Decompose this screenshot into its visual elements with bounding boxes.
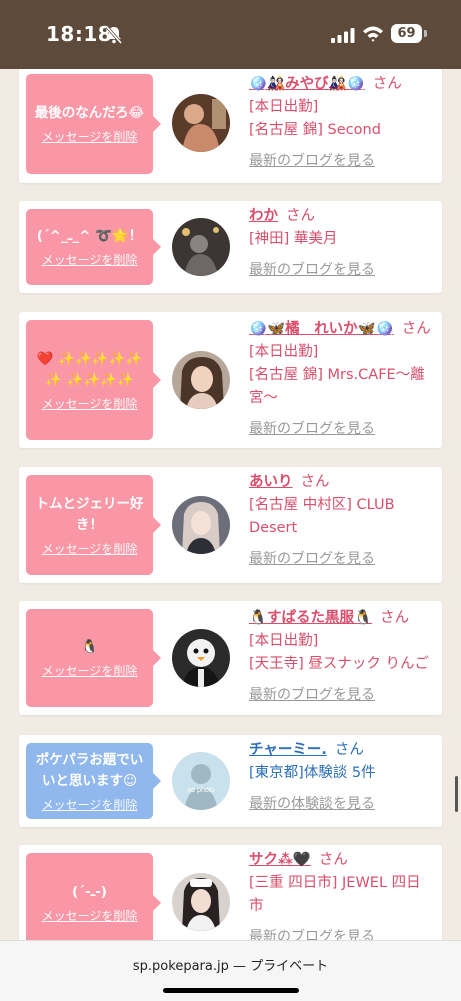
message-bubble: トムとジェリー好き！ メッセージを削除 xyxy=(26,475,161,575)
delete-message-link[interactable]: メッセージを削除 xyxy=(42,251,138,268)
delete-message-link[interactable]: メッセージを削除 xyxy=(42,796,138,813)
battery-cap xyxy=(424,30,427,37)
avatar[interactable] xyxy=(172,873,230,931)
wifi-icon xyxy=(363,26,383,42)
browser-address-bar[interactable]: sp.pokepara.jp — プライベート xyxy=(0,940,461,1001)
avatar[interactable] xyxy=(172,629,230,687)
delete-message-link[interactable]: メッセージを削除 xyxy=(42,540,138,557)
message-card: (´^_ـ_^ ➰🌟！ メッセージを削除 わか さん [神田] 華美月 最新のブロ… xyxy=(19,201,442,293)
message-text: ポケパラお題でいいと思います☺ xyxy=(35,751,144,789)
message-card: ポケパラお題でいいと思います☺ メッセージを削除 no photo チャーミー.… xyxy=(19,735,442,827)
message-text: (´^_ـ_^ ➰🌟！ xyxy=(36,228,143,244)
honorific: さん xyxy=(334,742,364,758)
message-card: 🐧 メッセージを削除 🐧すぱるた黒服🐧 さん [本日出勤] [天王寺] 昼スナック… xyxy=(19,601,442,715)
shop-line: [天王寺] 昼スナック りんご xyxy=(249,656,430,672)
message-bubble: (´^_ـ_^ ➰🌟！ メッセージを削除 xyxy=(26,209,161,285)
avatar[interactable] xyxy=(172,351,230,409)
shop-line: [神田] 華美月 xyxy=(249,231,338,247)
signal-icon xyxy=(331,28,355,43)
status-line: [本日出勤] xyxy=(249,633,319,649)
profile-info: わか さん [神田] 華美月 最新のブログを見る xyxy=(249,205,435,282)
profile-info: あいり さん [名古屋 中村区] CLUB Desert 最新のブログを見る xyxy=(249,471,435,571)
profile-name-link[interactable]: 🐧すぱるた黒服🐧 xyxy=(249,610,372,626)
message-bubble: ポケパラお題でいいと思います☺ メッセージを削除 xyxy=(26,743,161,819)
message-bubble: 最後のなんだろ😂 メッセージを削除 xyxy=(26,74,161,174)
honorific: さん xyxy=(300,474,330,490)
avatar[interactable] xyxy=(172,218,230,276)
latest-blog-link[interactable]: 最新のブログを見る xyxy=(249,684,435,707)
message-card: ❤️ ✨✨✨✨✨✨ ✨✨✨✨ メッセージを削除 🪩🦋橘 れいか🦋🪩 さん [本日出… xyxy=(19,312,442,448)
status-line: [本日出勤] xyxy=(249,344,319,360)
bell-slash-icon xyxy=(105,26,123,44)
battery-icon: 69 xyxy=(391,24,422,43)
home-indicator[interactable] xyxy=(163,988,299,993)
profile-name-link[interactable]: あいり xyxy=(249,474,293,490)
honorific: さん xyxy=(401,321,431,337)
message-text: ❤️ ✨✨✨✨✨✨ ✨✨✨✨ xyxy=(36,350,143,388)
profile-info: 🪩🦋橘 れいか🦋🪩 さん [本日出勤] [名古屋 錦] Mrs.CAFE〜離宮〜 … xyxy=(249,318,435,441)
message-text: 🐧 xyxy=(81,639,98,655)
message-bubble: (´-ـ-) メッセージを削除 xyxy=(26,853,161,940)
delete-message-link[interactable]: メッセージを削除 xyxy=(42,907,138,924)
profile-name-link[interactable]: チャーミー. xyxy=(249,742,327,758)
profile-info: 🪩🎎みやび🎎🪩 さん [本日出勤] [名古屋 錦] Second 最新のブログを見… xyxy=(249,73,435,173)
profile-name-link[interactable]: わか xyxy=(249,208,278,224)
latest-blog-link[interactable]: 最新のブログを見る xyxy=(249,926,435,940)
shop-line: [名古屋 中村区] CLUB Desert xyxy=(249,497,395,536)
scrollbar-thumb[interactable] xyxy=(455,776,458,812)
profile-info: 🐧すぱるた黒服🐧 さん [本日出勤] [天王寺] 昼スナック りんご 最新のブログ… xyxy=(249,607,435,707)
delete-message-link[interactable]: メッセージを削除 xyxy=(42,395,138,412)
message-text: (´-ـ-) xyxy=(72,884,107,900)
review-count-line: [東京都]体験談 5件 xyxy=(249,765,376,781)
status-time: 18:18 xyxy=(46,22,113,46)
status-bar: 18:18 69 xyxy=(0,0,461,69)
no-photo-label: no photo xyxy=(187,787,214,794)
latest-blog-link[interactable]: 最新のブログを見る xyxy=(249,548,435,571)
delete-message-link[interactable]: メッセージを削除 xyxy=(42,662,138,679)
profile-name-link[interactable]: 🪩🦋橘 れいか🦋🪩 xyxy=(249,321,394,337)
status-line: [本日出勤] xyxy=(249,99,319,115)
honorific: さん xyxy=(286,208,315,224)
honorific: さん xyxy=(380,610,410,626)
message-bubble: ❤️ ✨✨✨✨✨✨ ✨✨✨✨ メッセージを削除 xyxy=(26,320,161,440)
message-bubble: 🐧 メッセージを削除 xyxy=(26,609,161,707)
url-text[interactable]: sp.pokepara.jp — プライベート xyxy=(0,955,461,974)
shop-line: [三重 四日市] JEWEL 四日市 xyxy=(249,875,421,914)
latest-review-link[interactable]: 最新の体験談を見る xyxy=(249,793,435,816)
message-card: 最後のなんだろ😂 メッセージを削除 🪩🎎みやび🎎🪩 さん [本日出勤] [名古屋 … xyxy=(19,69,442,183)
profile-name-link[interactable]: サク⁂🖤 xyxy=(249,852,311,868)
message-feed[interactable]: 最後のなんだろ😂 メッセージを削除 🪩🎎みやび🎎🪩 さん [本日出勤] [名古屋 … xyxy=(0,69,461,940)
profile-name-link[interactable]: 🪩🎎みやび🎎🪩 xyxy=(249,76,365,92)
latest-blog-link[interactable]: 最新のブログを見る xyxy=(249,259,435,282)
shop-line: [名古屋 錦] Second xyxy=(249,122,381,138)
honorific: さん xyxy=(318,852,348,868)
message-text: 最後のなんだろ😂 xyxy=(34,105,145,121)
avatar[interactable]: no photo xyxy=(172,752,230,810)
honorific: さん xyxy=(372,76,402,92)
message-card: (´-ـ-) メッセージを削除 サク⁂🖤 さん [三重 四日市] JEWEL 四日… xyxy=(19,845,442,940)
avatar[interactable] xyxy=(172,94,230,152)
latest-blog-link[interactable]: 最新のブログを見る xyxy=(249,150,435,173)
profile-info: チャーミー. さん [東京都]体験談 5件 最新の体験談を見る xyxy=(249,739,435,816)
message-card: トムとジェリー好き！ メッセージを削除 あいり さん [名古屋 中村区] CLUB… xyxy=(19,467,442,583)
message-text: トムとジェリー好き！ xyxy=(35,495,144,533)
profile-info: サク⁂🖤 さん [三重 四日市] JEWEL 四日市 最新のブログを見る xyxy=(249,849,435,940)
latest-blog-link[interactable]: 最新のブログを見る xyxy=(249,418,435,441)
delete-message-link[interactable]: メッセージを削除 xyxy=(42,128,138,145)
shop-line: [名古屋 錦] Mrs.CAFE〜離宮〜 xyxy=(249,367,425,406)
avatar[interactable] xyxy=(172,496,230,554)
